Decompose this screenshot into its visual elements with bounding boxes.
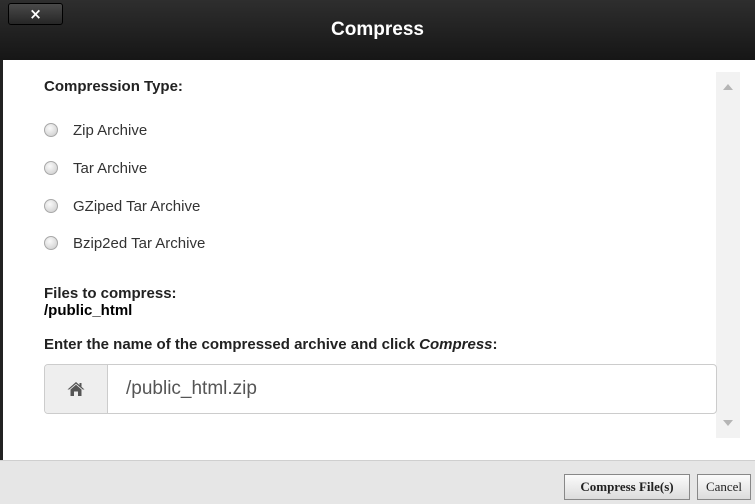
dialog-footer: Compress File(s) Cancel — [0, 460, 755, 504]
scrollbar[interactable] — [716, 72, 740, 438]
home-icon — [45, 365, 108, 413]
instruction-text: Enter the name of the compressed archive… — [44, 336, 420, 353]
scroll-down-icon[interactable] — [723, 420, 733, 426]
radio-button-icon[interactable] — [44, 161, 58, 175]
radio-bzip2ed-tar-archive[interactable]: Bzip2ed Tar Archive — [44, 233, 205, 253]
radio-label: GZiped Tar Archive — [73, 197, 201, 215]
archive-name-input[interactable] — [108, 365, 716, 413]
radio-zip-archive[interactable]: Zip Archive — [44, 120, 147, 140]
radio-button-icon[interactable] — [44, 199, 58, 213]
dialog-frame-edge — [0, 60, 3, 460]
dialog-titlebar: × Compress — [0, 0, 755, 60]
files-to-compress-heading: Files to compress: — [44, 285, 177, 302]
archive-name-instruction: Enter the name of the compressed archive… — [44, 336, 498, 353]
radio-label: Zip Archive — [73, 121, 148, 139]
radio-tar-archive[interactable]: Tar Archive — [44, 158, 147, 178]
cancel-button[interactable]: Cancel — [697, 474, 751, 500]
radio-label: Bzip2ed Tar Archive — [73, 234, 206, 252]
archive-name-group — [44, 364, 717, 414]
dialog-title: Compress — [331, 19, 424, 40]
radio-gziped-tar-archive[interactable]: GZiped Tar Archive — [44, 196, 200, 216]
instruction-colon: : — [492, 336, 498, 353]
files-path: /public_html — [44, 302, 133, 319]
radio-label: Tar Archive — [73, 159, 148, 177]
radio-button-icon[interactable] — [44, 236, 58, 250]
scroll-up-icon[interactable] — [723, 84, 733, 90]
instruction-emphasis: Compress — [419, 336, 493, 353]
home-icon-svg — [67, 382, 85, 396]
radio-button-icon[interactable] — [44, 123, 58, 137]
compress-files-button[interactable]: Compress File(s) — [564, 474, 690, 500]
compression-type-heading: Compression Type: — [44, 78, 183, 95]
